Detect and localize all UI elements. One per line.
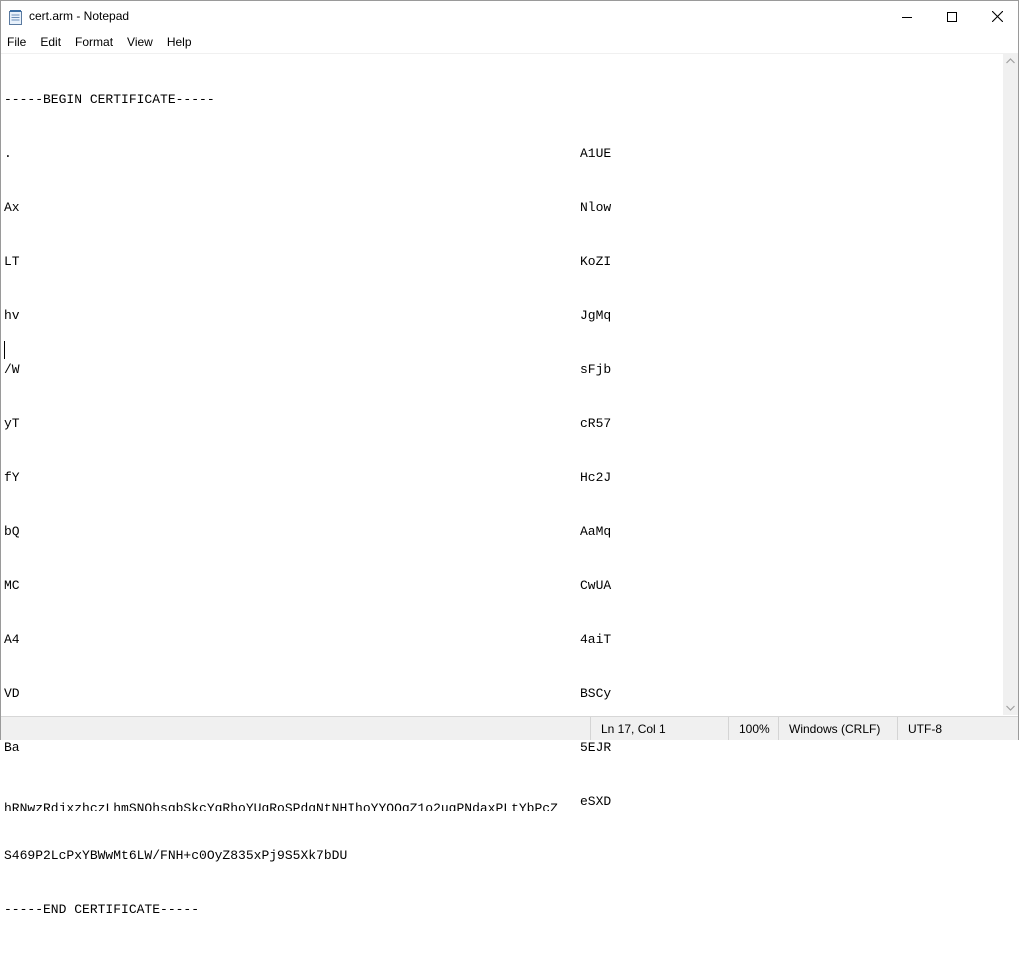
chevron-up-icon [1006, 57, 1015, 63]
cert-line-end: Hc2J [580, 470, 612, 485]
cert-line: . A1UE [4, 145, 611, 163]
cert-line: fY Hc2J [4, 469, 611, 487]
cert-line-end: eSXD [580, 794, 612, 809]
menu-bar: File Edit Format View Help [1, 32, 1018, 52]
cert-line-end: A1UE [580, 146, 612, 161]
zoom-level: 100% [728, 717, 778, 740]
begin-certificate-line: -----BEGIN CERTIFICATE----- [4, 92, 215, 107]
notepad-window: cert.arm - Notepad File Edit Format View… [0, 0, 1019, 917]
cert-line-end: Nlow [580, 200, 612, 215]
cert-last-line: S469P2LcPxYBWwMt6LW/FNH+c0OyZ835xPj9S5Xk… [4, 848, 348, 863]
cert-line-start: yT [4, 416, 20, 431]
cert-line-partial: hRNwzRdjxzhczLhmSNQhsgbSkcYqRhoYUgRoSPdg… [4, 793, 611, 811]
cert-line: VD BSCy [4, 685, 611, 703]
cert-line-end: AaMq [580, 524, 612, 539]
menu-edit[interactable]: Edit [33, 32, 68, 52]
cert-line-end: KoZI [580, 254, 612, 269]
cert-line-end: cR57 [580, 416, 612, 431]
cert-line-start: . [4, 146, 12, 161]
line-ending: Windows (CRLF) [778, 717, 897, 740]
menu-help[interactable]: Help [160, 32, 199, 52]
close-button[interactable] [974, 1, 1019, 32]
scroll-down-button[interactable] [1003, 700, 1018, 715]
cert-line-end: CwUA [580, 578, 612, 593]
cert-line-start: bQ [4, 524, 20, 539]
cert-line: Ba 5EJR [4, 739, 611, 757]
scroll-up-button[interactable] [1003, 53, 1018, 68]
text-editor[interactable]: -----BEGIN CERTIFICATE----- . A1UE Ax Nlow… [1, 53, 1003, 917]
menu-view[interactable]: View [120, 32, 160, 52]
title-bar[interactable]: cert.arm - Notepad [1, 1, 1018, 32]
cert-line: LT KoZI [4, 253, 611, 271]
cert-line: Ax Nlow [4, 199, 611, 217]
minimize-button[interactable] [884, 1, 930, 32]
cursor-position: Ln 17, Col 1 [590, 717, 728, 740]
text-caret [4, 341, 5, 359]
cert-line-start: A4 [4, 632, 20, 647]
cert-line-start: Ax [4, 200, 20, 215]
cert-line-start: VD [4, 686, 20, 701]
maximize-icon [947, 11, 957, 22]
encoding: UTF-8 [897, 717, 1018, 740]
cert-line: yT cR57 [4, 415, 611, 433]
minimize-icon [902, 16, 912, 18]
menu-format[interactable]: Format [68, 32, 120, 52]
cert-line-start: hv [4, 308, 20, 323]
chevron-down-icon [1006, 705, 1015, 711]
cert-line-start: MC [4, 578, 20, 593]
cert-line-start: Ba [4, 740, 20, 755]
cert-line: MC CwUA [4, 577, 611, 595]
menu-file[interactable]: File [1, 32, 33, 52]
vertical-scrollbar[interactable] [1003, 53, 1018, 715]
cert-line-start: /W [4, 362, 20, 377]
editor-content: -----BEGIN CERTIFICATE----- . A1UE Ax Nlow… [4, 55, 611, 955]
close-icon [991, 11, 1003, 22]
cert-line-end: 4aiT [580, 632, 612, 647]
window-title: cert.arm - Notepad [29, 9, 130, 23]
cert-line-end: sFjb [580, 362, 612, 377]
notepad-icon [9, 10, 22, 25]
cert-line-start: hRNwzRdjxzhczLhmSNQhsgbSkcYqRhoYUgRoSPdg… [4, 801, 558, 811]
cert-line-start: LT [4, 254, 20, 269]
cert-line-end: 5EJR [580, 740, 612, 755]
end-certificate-line: -----END CERTIFICATE----- [4, 902, 200, 917]
cert-line-start: fY [4, 470, 20, 485]
cert-line-end: JgMq [580, 308, 612, 323]
status-bar: Ln 17, Col 1 100% Windows (CRLF) UTF-8 [1, 716, 1018, 740]
cert-line: bQ AaMq [4, 523, 611, 541]
cert-line: A4 4aiT [4, 631, 611, 649]
cert-line: /W sFjb [4, 361, 611, 379]
cert-line: hv JgMq [4, 307, 611, 325]
maximize-button[interactable] [929, 1, 975, 32]
cert-line-end: BSCy [580, 686, 612, 701]
